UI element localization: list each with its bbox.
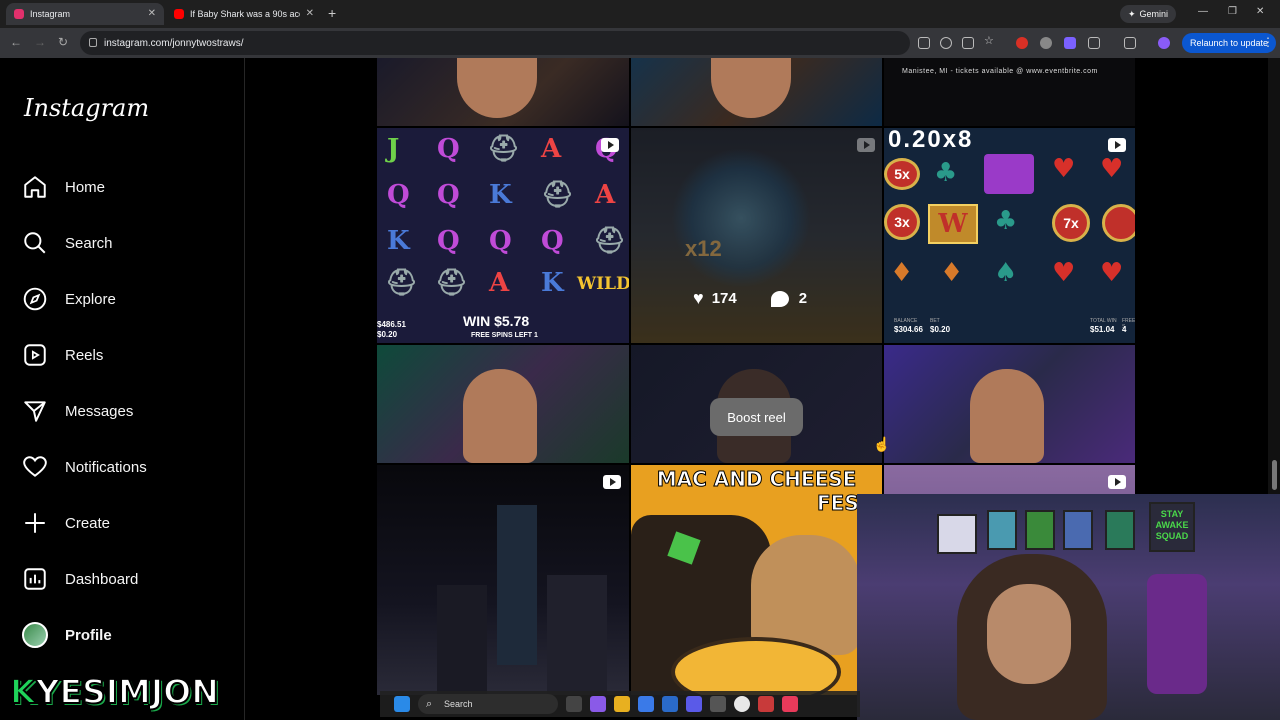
sidebar-item-profile[interactable]: Profile [22,617,112,653]
store-icon[interactable] [638,696,654,712]
sidebar-item-search[interactable]: Search [22,225,113,261]
reel-play-icon [603,475,621,489]
restore-icon[interactable]: ❐ [1228,6,1237,17]
app-icon[interactable] [710,696,726,712]
copilot-icon[interactable] [590,696,606,712]
close-window-icon[interactable]: ✕ [1256,6,1264,17]
building-image [497,505,537,665]
compass-icon [23,287,47,311]
instagram-favicon-icon [14,9,24,19]
post-hover-stats: ♥ 174 2 [693,288,808,308]
browser-chrome: Instagram ✕ If Baby Shark was a 90s acou… [0,0,1280,58]
stream-watermark: KYESIMJON [9,671,220,712]
reel-play-icon [1108,475,1126,489]
stay-awake-poster: STAY AWAKE SQUAD [1149,502,1195,552]
person-face-image [463,369,537,463]
home-icon [24,176,46,198]
comment-filled-icon [770,290,789,307]
mail-icon[interactable] [662,696,678,712]
reel-play-icon [857,138,875,152]
sidebar-item-notifications[interactable]: Notifications [22,449,147,485]
menu-icon[interactable]: ⋮ [1262,35,1274,49]
mouse-cursor-icon: ☝ [873,436,891,452]
reel-play-icon [601,138,619,152]
tab-bar: Instagram ✕ If Baby Shark was a 90s acou… [0,0,1280,28]
reload-icon[interactable]: ↻ [58,35,68,49]
instagram-logo[interactable]: Instagram [24,94,149,122]
guitar-image [1147,574,1207,694]
hover-overlay [631,128,882,343]
post-thumbnail[interactable] [631,58,882,126]
person-face-image [711,58,791,118]
heart-icon [23,456,47,477]
person-face-image [970,369,1044,463]
search-icon: ⌕ [426,698,433,710]
post-thumbnail-slot-3[interactable]: 0.20x8 5x ♣ ♥ ♥ 3x W ♣ 7x ♦ ♦ ♠ ♥ ♥ BALA… [884,128,1135,343]
sidebar-item-explore[interactable]: Explore [22,281,116,317]
close-tab-icon[interactable]: ✕ [306,8,314,19]
address-bar[interactable]: instagram.com/jonnytwostraws/ [80,31,910,55]
post-thumbnail[interactable] [377,58,629,126]
sidebar-item-messages[interactable]: Messages [22,393,133,429]
file-explorer-icon[interactable] [614,696,630,712]
extension-purple-icon[interactable] [1064,37,1076,49]
scrollbar-thumb[interactable] [1272,460,1277,490]
person-face-image [457,58,537,118]
minimize-icon[interactable]: — [1198,6,1208,17]
gemini-sparkle-icon: ✦ [1128,8,1136,19]
boost-reel-button[interactable]: Boost reel [710,398,803,436]
instagram-sidebar: Instagram Home Search Explore Reels Mess… [0,58,245,720]
zoom-icon[interactable] [940,37,952,49]
chrome-icon[interactable] [734,696,750,712]
app-icon[interactable] [758,696,774,712]
post-thumbnail-event[interactable]: Manistee, MI - tickets available @ www.e… [884,58,1135,126]
webcam-overlay: STAY AWAKE SQUAD [857,494,1280,720]
tab-instagram[interactable]: Instagram ✕ [6,3,164,25]
new-tab-button[interactable]: + [328,5,336,21]
sidebar-item-reels[interactable]: Reels [22,337,103,373]
extensions-puzzle-icon[interactable] [1088,37,1100,49]
site-info-icon[interactable] [89,38,97,47]
tab-youtube[interactable]: If Baby Shark was a 90s acoustic ✕ [166,3,322,25]
app-icon[interactable] [686,696,702,712]
forward-icon[interactable]: → [34,35,46,49]
plus-icon [25,513,45,533]
dashboard-icon [24,568,46,590]
sidebar-item-dashboard[interactable]: Dashboard [22,561,138,597]
extension-grey-icon[interactable] [1040,37,1052,49]
gemini-button[interactable]: ✦ Gemini [1120,5,1177,23]
back-icon[interactable]: ← [10,35,22,49]
install-app-icon[interactable] [918,37,930,49]
post-thumbnail-slot-1[interactable]: J Q ⛑ A Q Q Q K ⛑ A K Q Q Q ⛑ ⛑ ⛑ A K WI… [377,128,629,343]
search-icon [24,232,46,254]
extension-red-icon[interactable] [1016,37,1028,49]
sidebar-item-home[interactable]: Home [22,169,105,205]
post-thumbnail-mac-cheese[interactable]: MAC AND CHEESE FEST [631,465,882,695]
navigation-bar: ← → ↻ instagram.com/jonnytwostraws/ ☆ Re… [0,28,1280,58]
sidebar-item-create[interactable]: Create [22,505,110,541]
messages-icon [24,401,46,422]
eye-off-icon[interactable] [962,37,974,49]
side-panel-icon[interactable] [1124,37,1136,49]
bookmark-star-icon[interactable]: ☆ [984,34,996,47]
post-thumbnail[interactable] [884,345,1135,463]
streamer-face-image [987,584,1071,684]
post-thumbnail[interactable] [377,345,629,463]
obs-icon[interactable] [782,696,798,712]
reels-icon [24,344,46,366]
event-caption: Manistee, MI - tickets available @ www.e… [902,68,1098,75]
avatar [22,622,48,648]
post-thumbnail-city[interactable] [377,465,629,695]
windows-start-icon[interactable] [394,696,410,712]
taskbar-search[interactable]: ⌕ Search [418,694,558,714]
youtube-favicon-icon [174,9,184,19]
close-tab-icon[interactable]: ✕ [148,8,156,19]
profile-avatar-icon[interactable] [1158,37,1170,49]
windows-taskbar: ⌕ Search [380,691,860,717]
task-view-icon[interactable] [566,696,582,712]
reel-play-icon [1108,138,1126,152]
post-thumbnail-slot-2[interactable]: x12 [631,128,882,343]
heart-filled-icon: ♥ [693,288,704,308]
